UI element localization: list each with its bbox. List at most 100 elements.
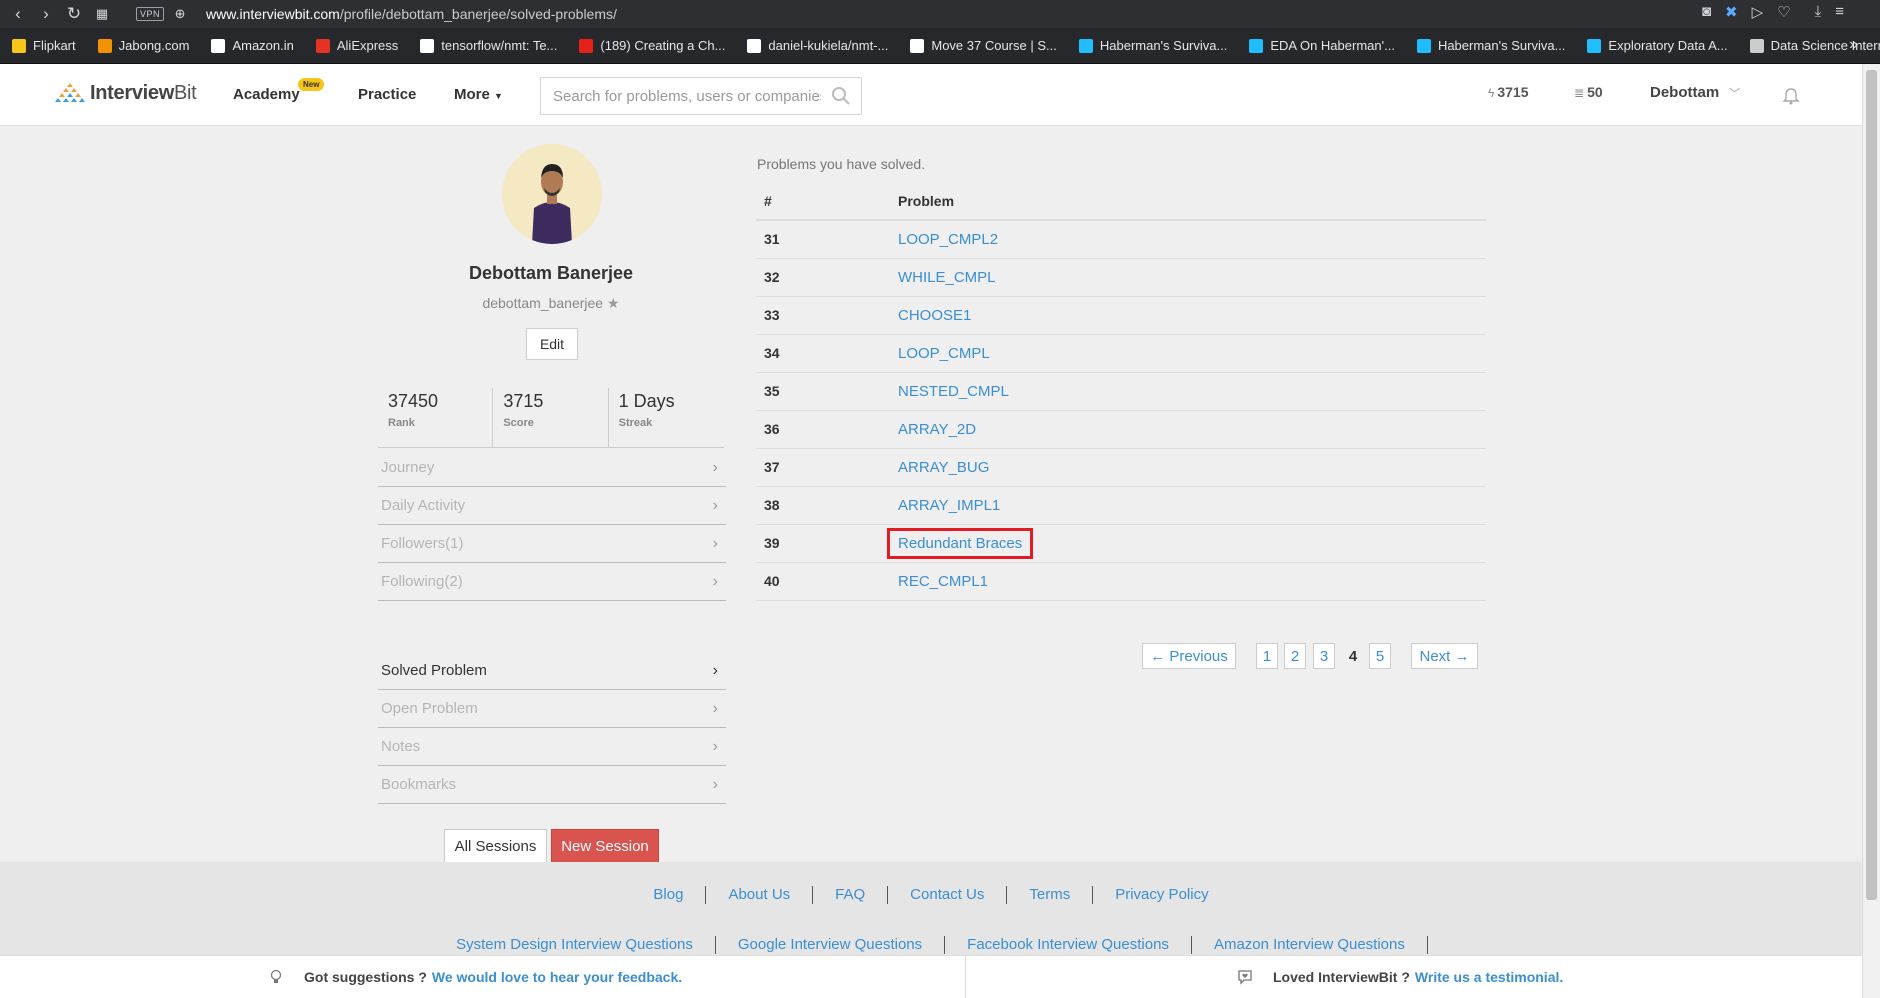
problem-cell: ARRAY_BUG: [898, 448, 1486, 487]
bookmark-item[interactable]: Haberman's Surviva...: [1416, 38, 1565, 53]
header-coins[interactable]: ≣ 50: [1574, 84, 1603, 100]
menu-notes[interactable]: Notes ›: [378, 728, 726, 766]
problem-link[interactable]: ARRAY_BUG: [898, 459, 989, 476]
menu-daily-activity-label: Daily Activity: [381, 497, 466, 514]
bookmark-label: Data Science Intern...: [1770, 38, 1880, 53]
menu-solved-problem[interactable]: Solved Problem ›: [378, 652, 726, 690]
problem-link[interactable]: CHOOSE1: [898, 307, 971, 324]
bookmark-item[interactable]: (189) Creating a Ch...: [579, 38, 725, 53]
bookmark-item[interactable]: Haberman's Surviva...: [1078, 38, 1227, 53]
feedback-link[interactable]: We would love to hear your feedback.: [432, 969, 682, 985]
tabs-grid-icon[interactable]: ▦: [90, 2, 114, 26]
pagination-next[interactable]: Next →: [1411, 643, 1478, 669]
address-bar[interactable]: www.interviewbit.com/profile/debottam_ba…: [206, 6, 617, 22]
feedback-bar: Got suggestions ? We would love to hear …: [0, 955, 1862, 998]
footer-link[interactable]: Blog: [631, 886, 707, 904]
nav-academy[interactable]: Academy: [233, 86, 300, 103]
problem-link[interactable]: LOOP_CMPL: [898, 345, 990, 362]
stat-streak-value: 1 Days: [618, 391, 675, 411]
footer-link[interactable]: Facebook Interview Questions: [945, 936, 1192, 954]
menu-open-problem[interactable]: Open Problem ›: [378, 690, 726, 728]
reload-icon[interactable]: ↻: [62, 2, 86, 26]
back-icon[interactable]: ‹: [6, 2, 30, 26]
adblock-icon[interactable]: ✖: [1725, 3, 1738, 21]
menu-following[interactable]: Following(2) ›: [378, 563, 726, 601]
problem-link[interactable]: Redundant Braces: [887, 527, 1034, 559]
bookmark-item[interactable]: AliExpress: [315, 38, 398, 53]
bookmark-item[interactable]: Flipkart: [12, 38, 76, 53]
page-scrollbar[interactable]: [1862, 64, 1880, 998]
stat-rank-value: 37450: [388, 391, 439, 411]
edit-profile-button[interactable]: Edit: [526, 328, 578, 360]
bookmark-item[interactable]: Exploratory Data A...: [1587, 38, 1728, 53]
chevron-right-icon: ›: [712, 496, 718, 514]
footer-link[interactable]: Terms: [1007, 886, 1094, 904]
user-menu[interactable]: Debottam ﹀: [1650, 84, 1740, 101]
pagination-page[interactable]: 5: [1369, 643, 1391, 669]
download-icon[interactable]: ⤓: [1815, 3, 1822, 21]
send-icon[interactable]: ▷: [1752, 3, 1764, 21]
problem-link[interactable]: ARRAY_2D: [898, 421, 976, 438]
menu-journey[interactable]: Journey ›: [378, 449, 726, 487]
interviewbit-logo[interactable]: InterviewBit: [52, 81, 197, 105]
bookmark-item[interactable]: Move 37 Course | S...: [910, 38, 1057, 53]
nav-more[interactable]: More ▼: [454, 86, 503, 103]
problem-link[interactable]: ARRAY_IMPL1: [898, 497, 1000, 514]
problem-link[interactable]: NESTED_CMPL: [898, 383, 1009, 400]
pagination-previous[interactable]: ← Previous: [1142, 643, 1236, 669]
header-score[interactable]: ϟ 3715: [1488, 84, 1529, 100]
vpn-badge[interactable]: VPN: [136, 7, 165, 21]
bookmark-item[interactable]: Amazon.in: [211, 38, 294, 53]
footer-link[interactable]: Contact Us: [888, 886, 1008, 904]
problem-link[interactable]: REC_CMPL1: [898, 573, 988, 590]
pagination-page[interactable]: 3: [1313, 643, 1335, 669]
pagination-page[interactable]: 1: [1256, 643, 1278, 669]
profile-handle-text: debottam_banerjee: [482, 295, 604, 311]
table-row: 34 LOOP_CMPL: [756, 334, 1486, 373]
bookmark-item[interactable]: daniel-kukiela/nmt-...: [747, 38, 888, 53]
footer-link[interactable]: FAQ: [813, 886, 889, 904]
menu-icon[interactable]: ≡: [1835, 3, 1844, 21]
scrollbar-thumb[interactable]: [1866, 70, 1877, 900]
bookmarks-overflow-icon[interactable]: »: [1849, 36, 1858, 54]
star-icon: ★: [606, 295, 620, 311]
testimonial-link[interactable]: Write us a testimonial.: [1415, 969, 1563, 985]
bookmark-item[interactable]: EDA On Haberman'...: [1249, 38, 1395, 53]
bookmark-favicon-icon: [97, 38, 112, 53]
new-session-button[interactable]: New Session: [551, 829, 659, 863]
bookmark-item[interactable]: Data Science Intern...: [1749, 38, 1880, 53]
all-sessions-button[interactable]: All Sessions: [444, 829, 547, 863]
problem-link[interactable]: LOOP_CMPL2: [898, 231, 998, 248]
menu-daily-activity[interactable]: Daily Activity ›: [378, 487, 726, 525]
problem-number: 40: [756, 562, 898, 601]
forward-icon[interactable]: ›: [34, 2, 58, 26]
footer-link[interactable]: About Us: [706, 886, 814, 904]
stat-score: 3715 Score: [493, 388, 609, 447]
problem-link[interactable]: WHILE_CMPL: [898, 269, 996, 286]
header-score-value: 3715: [1497, 84, 1529, 100]
table-row: 32 WHILE_CMPL: [756, 258, 1486, 297]
footer-link[interactable]: Privacy Policy: [1093, 886, 1230, 904]
col-header-num: #: [756, 182, 898, 221]
problem-cell: Redundant Braces: [887, 524, 1486, 563]
menu-followers[interactable]: Followers(1) ›: [378, 525, 726, 563]
camera-icon[interactable]: ◙: [1702, 3, 1711, 21]
problem-cell: ARRAY_IMPL1: [898, 486, 1486, 525]
footer-link[interactable]: Google Interview Questions: [716, 936, 946, 954]
heart-icon[interactable]: ♡: [1777, 3, 1790, 21]
pagination-page[interactable]: 2: [1284, 643, 1306, 669]
menu-bookmarks[interactable]: Bookmarks ›: [378, 766, 726, 804]
footer-link[interactable]: System Design Interview Questions: [434, 936, 716, 954]
bookmark-favicon-icon: [315, 38, 330, 53]
bookmark-label: Jabong.com: [118, 38, 190, 53]
bookmark-label: tensorflow/nmt: Te...: [441, 38, 558, 53]
nav-practice[interactable]: Practice: [358, 86, 416, 103]
search-icon[interactable]: [831, 86, 851, 106]
bell-icon[interactable]: [1782, 87, 1800, 105]
chevron-down-icon: ﹀: [1729, 88, 1741, 100]
search-input[interactable]: [541, 78, 821, 114]
footer-link[interactable]: Amazon Interview Questions: [1192, 936, 1428, 954]
coins-icon: ≣: [1574, 86, 1585, 100]
bookmark-item[interactable]: tensorflow/nmt: Te...: [420, 38, 557, 53]
bookmark-item[interactable]: Jabong.com: [97, 38, 190, 53]
